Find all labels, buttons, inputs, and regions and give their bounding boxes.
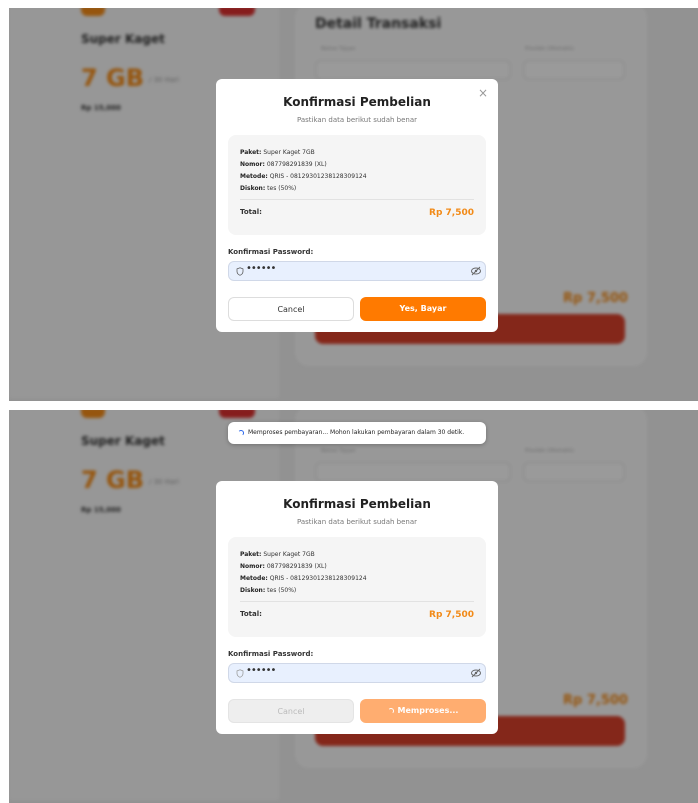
toast-text: Memproses pembayaran... Mohon lakukan pe… — [248, 429, 465, 436]
processing-button: Memproses... — [360, 699, 486, 723]
screenshot-processing-state: Super Kaget 7 GB / 30 Hari Rp 15,000 Nom… — [9, 410, 698, 803]
eye-off-icon[interactable] — [469, 666, 483, 680]
cancel-button-disabled: Cancel — [228, 699, 354, 723]
summary-paket: Paket: Super Kaget 7GB — [240, 551, 315, 558]
modal-title: Konfirmasi Pembelian — [283, 497, 431, 511]
summary-nomor: Nomor: 087798291839 (XL) — [240, 161, 327, 168]
password-label: Konfirmasi Password: — [228, 248, 314, 256]
password-input[interactable]: •••••• — [228, 261, 486, 281]
confirm-modal: × Konfirmasi Pembelian Pastikan data ber… — [216, 79, 498, 332]
total-value: Rp 7,500 — [429, 610, 474, 620]
password-value: •••••• — [246, 665, 276, 676]
spinner-icon — [238, 429, 244, 436]
summary-divider — [240, 199, 474, 200]
confirm-modal: Konfirmasi Pembelian Pastikan data berik… — [216, 481, 498, 734]
cancel-button[interactable]: Cancel — [228, 297, 354, 321]
processing-toast: Memproses pembayaran... Mohon lakukan pe… — [228, 422, 486, 444]
summary-diskon: Diskon: tes (50%) — [240, 587, 297, 594]
modal-subtitle: Pastikan data berikut sudah benar — [296, 116, 418, 124]
shield-icon — [236, 267, 244, 276]
summary-divider — [240, 601, 474, 602]
processing-label: Memproses... — [397, 706, 459, 715]
summary-metode: Metode: QRIS - 08129301238128309124 — [240, 173, 367, 180]
modal-title: Konfirmasi Pembelian — [283, 95, 431, 109]
summary-paket: Paket: Super Kaget 7GB — [240, 149, 315, 156]
shield-icon — [236, 669, 244, 678]
spinner-icon — [387, 707, 394, 714]
order-summary: Paket: Super Kaget 7GB Nomor: 0877982918… — [228, 537, 486, 637]
summary-metode: Metode: QRIS - 08129301238128309124 — [240, 575, 367, 582]
modal-subtitle: Pastikan data berikut sudah benar — [296, 518, 418, 526]
confirm-pay-button[interactable]: Yes, Bayar — [360, 297, 486, 321]
screenshot-confirm-state: Super Kaget 7 GB / 30 Hari Rp 15,000 Det… — [9, 8, 698, 401]
summary-diskon: Diskon: tes (50%) — [240, 185, 297, 192]
order-summary: Paket: Super Kaget 7GB Nomor: 0877982918… — [228, 135, 486, 235]
eye-off-icon[interactable] — [469, 264, 483, 278]
password-label: Konfirmasi Password: — [228, 650, 314, 658]
total-label: Total: — [240, 208, 262, 216]
total-label: Total: — [240, 610, 262, 618]
summary-nomor: Nomor: 087798291839 (XL) — [240, 563, 327, 570]
password-value: •••••• — [246, 263, 276, 274]
total-value: Rp 7,500 — [429, 208, 474, 218]
password-input[interactable]: •••••• — [228, 663, 486, 683]
